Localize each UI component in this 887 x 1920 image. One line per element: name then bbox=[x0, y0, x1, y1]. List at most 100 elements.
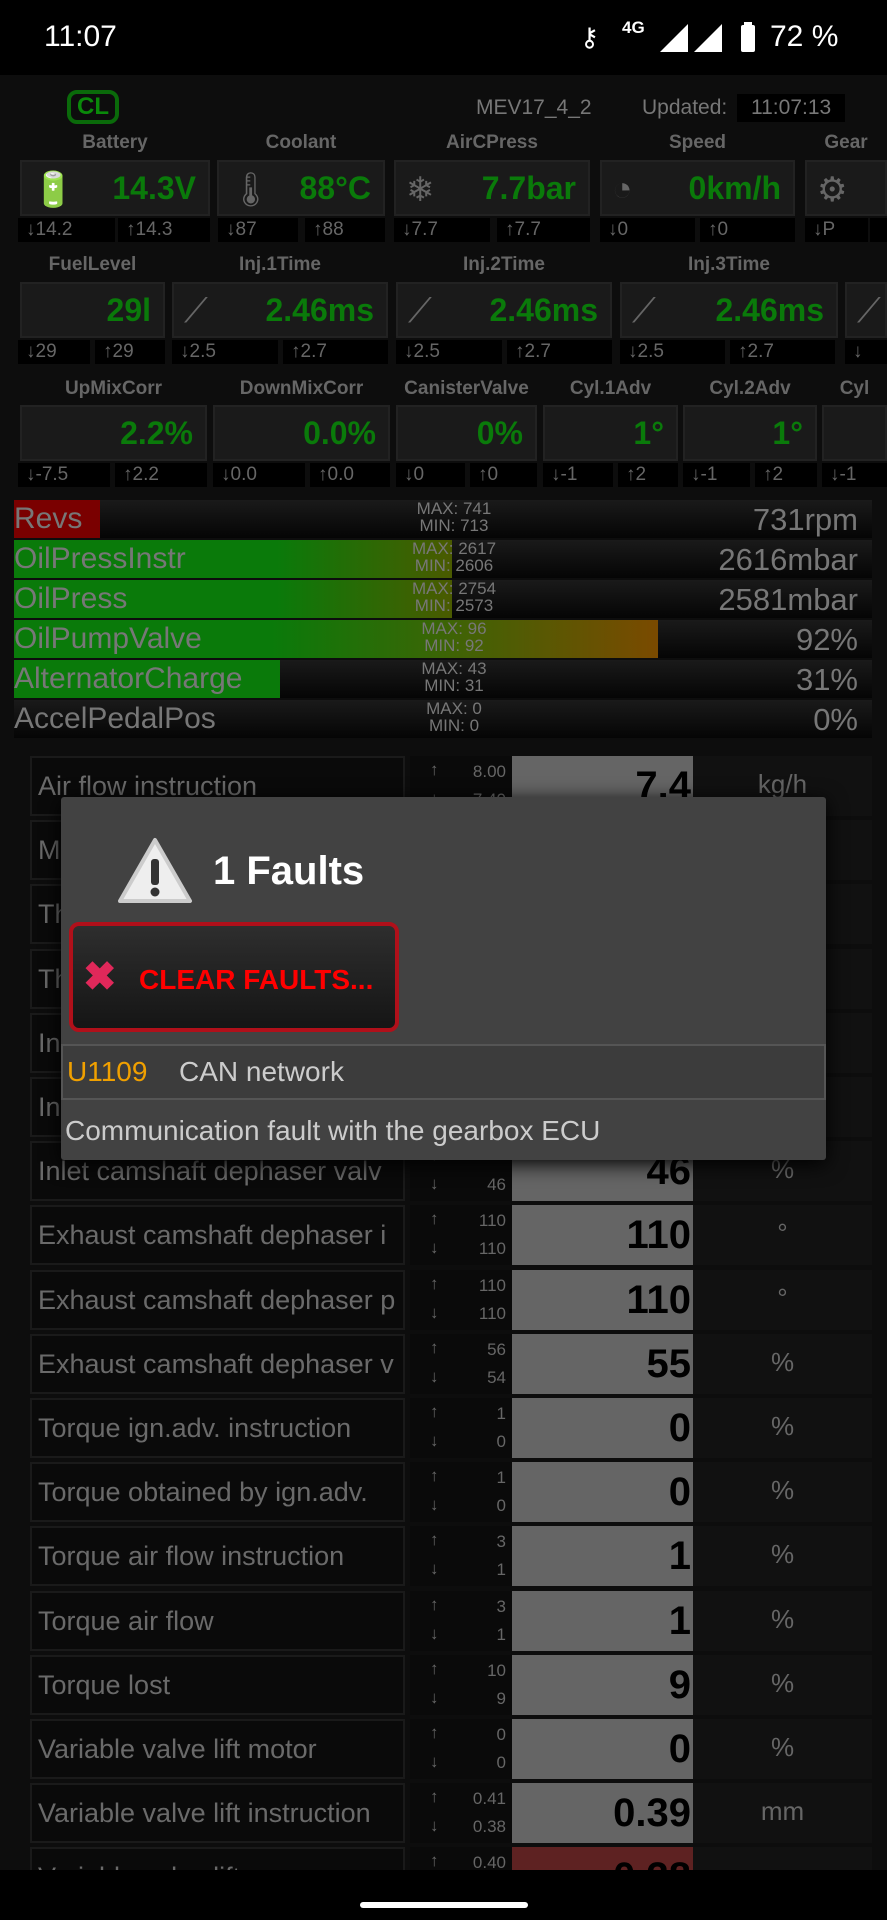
row-name: Torque air flow bbox=[30, 1590, 405, 1651]
table-row[interactable]: Torque obtained by ign.adv. ↑ ↓ 1 0 0% bbox=[14, 1462, 872, 1523]
row-unit: mm bbox=[693, 1783, 872, 1844]
row-name: Variable valve lift instruction bbox=[30, 1783, 405, 1844]
row-value: 1 bbox=[512, 1590, 693, 1651]
gauge-min: ↓0 bbox=[396, 463, 465, 487]
gauge-tile[interactable]: ⟋ bbox=[845, 282, 887, 338]
gauge-label: CanisterValve bbox=[404, 378, 529, 399]
warning-icon bbox=[118, 838, 192, 903]
gauge-value: 29l bbox=[106, 291, 151, 328]
row-name: Torque ign.adv. instruction bbox=[30, 1398, 405, 1458]
gauge-max: ↑2.2 bbox=[115, 463, 207, 487]
gauge-tile[interactable]: ⟋ 2.46ms bbox=[172, 282, 388, 338]
gauge-min: ↓2.5 bbox=[620, 340, 725, 364]
faults-dialog: 1 Faults ✖ CLEAR FAULTS... U1109 CAN net… bbox=[61, 797, 826, 1160]
bar-gauge-oilpressinstr: OilPressInstr 2616mbar MAX: 2617 MIN: 2606 bbox=[14, 540, 872, 578]
gauge-tile[interactable]: ⚙ bbox=[805, 160, 887, 216]
row-max: 0.40 bbox=[472, 1853, 506, 1870]
row-name: Variable valve lift bbox=[30, 1847, 405, 1870]
status-bar: 11:07 ⚷ 4G 72 % bbox=[0, 0, 887, 75]
clear-faults-label: CLEAR FAULTS... bbox=[139, 964, 374, 995]
gauge-tile[interactable]: ◔ 0km/h bbox=[600, 160, 795, 216]
table-row[interactable]: Exhaust camshaft dephaser v ↑ ↓ 56 54 55% bbox=[14, 1333, 872, 1394]
table-row[interactable]: Exhaust camshaft dephaser i ↑ ↓ 110 110 110 ° bbox=[14, 1205, 872, 1266]
row-minmax: ↑ ↓ 0.41 0.38 bbox=[410, 1783, 512, 1844]
navigation-bar bbox=[0, 1870, 887, 1920]
fault-description: Communication fault with the gearbox ECU bbox=[65, 1115, 601, 1146]
battery-status-icon bbox=[741, 22, 755, 52]
gauge-label: Cyl bbox=[839, 378, 870, 399]
arrow-up-icon: ↑ bbox=[430, 1851, 439, 1870]
row-name: Variable valve lift motor bbox=[30, 1719, 405, 1779]
row-min: 0 bbox=[496, 1432, 506, 1451]
row-min: 9 bbox=[496, 1688, 506, 1708]
row-min: 110 bbox=[478, 1303, 506, 1323]
gauge-tile[interactable]: 🌡 88°C bbox=[217, 160, 385, 216]
row-max: 8.00 bbox=[472, 762, 506, 781]
bar-gauge-oilpumpvalve: OilPumpValve 92% MAX: 96 MIN: 92 bbox=[14, 620, 872, 658]
gauge-tile[interactable]: 0.0% bbox=[213, 405, 390, 461]
gauge-value: 0% bbox=[476, 414, 523, 451]
row-min: 0 bbox=[496, 1753, 506, 1772]
row-minmax: ↑ ↓ 0 0 bbox=[410, 1719, 512, 1779]
row-max: 3 bbox=[496, 1532, 506, 1552]
gauge-tile[interactable]: 1° bbox=[543, 405, 678, 461]
gauge-label: Cyl.1Adv bbox=[569, 378, 652, 399]
row-max: 56 bbox=[487, 1339, 506, 1359]
gauge-tile[interactable]: ⟋ 2.46ms bbox=[620, 282, 838, 338]
gauge-min: ↓-1 bbox=[543, 463, 613, 487]
home-gesture-pill[interactable] bbox=[360, 1902, 528, 1908]
row-value: 55 bbox=[512, 1333, 693, 1394]
gauge-tile[interactable] bbox=[822, 405, 887, 461]
bar-name: AccelPedalPos bbox=[14, 702, 216, 735]
gauge-max: ↑0 bbox=[470, 463, 537, 487]
clear-faults-button[interactable]: ✖ CLEAR FAULTS... bbox=[69, 922, 399, 1032]
row-unit: % bbox=[693, 1526, 872, 1587]
gauge-value: 0.0% bbox=[303, 414, 376, 451]
injector-icon: ⟋ bbox=[184, 292, 208, 330]
table-row[interactable]: Torque air flow instruction ↑ ↓ 3 1 1% bbox=[14, 1526, 872, 1587]
gauge-label: Coolant bbox=[265, 132, 337, 153]
gauge-tile[interactable]: 1° bbox=[683, 405, 817, 461]
network-type: 4G bbox=[622, 18, 645, 37]
row-value: 1 bbox=[512, 1526, 693, 1587]
gauge-tile[interactable]: 2.2% bbox=[20, 405, 207, 461]
gauge-tile[interactable]: 🔋 14.3V bbox=[20, 160, 210, 216]
gauge-value: 1° bbox=[633, 414, 664, 451]
row-value: 0 bbox=[512, 1398, 693, 1458]
table-row[interactable]: Variable valve lift instruction ↑ ↓ 0.41 0.3… bbox=[14, 1783, 872, 1844]
arrow-down-icon: ↓ bbox=[430, 1238, 439, 1258]
injector-icon: ⟋ bbox=[857, 292, 881, 330]
bar-name: AlternatorCharge bbox=[14, 662, 243, 695]
row-unit: % bbox=[693, 1719, 872, 1779]
arrow-down-icon: ↓ bbox=[430, 1366, 439, 1386]
row-value: 0 bbox=[512, 1719, 693, 1779]
row-name: Exhaust camshaft dephaser v bbox=[30, 1333, 405, 1394]
bar-gauge-alternatorcharge: AlternatorCharge 31% MAX: 43 MIN: 31 bbox=[14, 660, 872, 698]
table-row[interactable]: Variable valve lift↑↓0.400.38mm bbox=[14, 1847, 872, 1870]
row-minmax: ↑ ↓ 1 0 bbox=[410, 1462, 512, 1523]
bar-minmax: MAX: 0 MIN: 0 bbox=[394, 700, 514, 734]
bar-name: OilPress bbox=[14, 582, 128, 615]
bar-max: MAX: 43 bbox=[421, 659, 487, 678]
row-max: 110 bbox=[478, 1275, 506, 1295]
bar-minmax: MAX: 96 MIN: 92 bbox=[394, 620, 514, 654]
gauge-tile[interactable]: 29l bbox=[20, 282, 165, 338]
gauge-tile[interactable]: ❄ 7.7bar bbox=[394, 160, 590, 216]
table-row[interactable]: Torque lost ↑ ↓ 10 9 9% bbox=[14, 1654, 872, 1715]
gauge-tile[interactable]: 0% bbox=[396, 405, 537, 461]
row-value: 9 bbox=[512, 1654, 693, 1715]
fault-item[interactable]: U1109 CAN network bbox=[61, 1044, 826, 1100]
row-minmax: ↑ ↓ 3 1 bbox=[410, 1526, 512, 1587]
table-row[interactable]: Torque ign.adv. instruction ↑ ↓ 1 0 0% bbox=[14, 1398, 872, 1458]
gauge-max: ↑0.0 bbox=[310, 463, 390, 487]
bar-min: MIN: 31 bbox=[424, 676, 484, 695]
gauge-value: 2.46ms bbox=[265, 291, 374, 328]
table-row[interactable]: Variable valve lift motor ↑ ↓ 0 0 0% bbox=[14, 1719, 872, 1779]
table-row[interactable]: Exhaust camshaft dephaser p ↑ ↓ 110 110 110 ° bbox=[14, 1269, 872, 1330]
gauge-max: ↑0 bbox=[700, 218, 795, 242]
gauge-tile[interactable]: ⟋ 2.46ms bbox=[396, 282, 612, 338]
gauge-label: AirCPress bbox=[446, 132, 538, 153]
updated-time: 11:07:13 bbox=[737, 94, 846, 122]
table-row[interactable]: Torque air flow ↑ ↓ 3 1 1% bbox=[14, 1590, 872, 1651]
row-max: 0.41 bbox=[472, 1789, 506, 1809]
